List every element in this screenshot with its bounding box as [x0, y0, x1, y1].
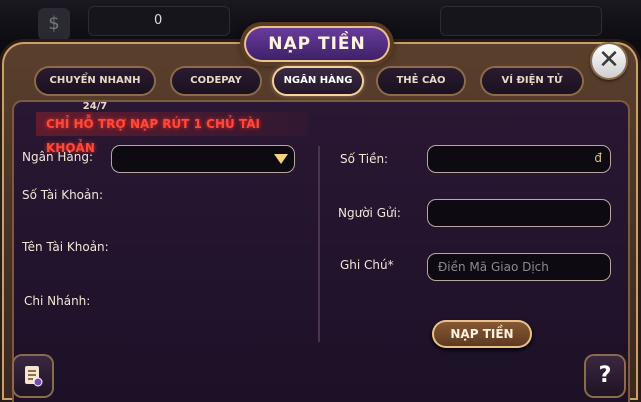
dollar-icon: $ [38, 8, 70, 40]
tab-card[interactable]: THẺ CÀO [378, 68, 464, 94]
bank-select-value[interactable] [112, 146, 294, 172]
note-label: Ghi Chú* [340, 258, 394, 272]
sender-input[interactable] [428, 200, 610, 226]
tab-codepay[interactable]: CODEPAY [172, 68, 260, 94]
tab-fast-transfer[interactable]: CHUYỂN NHANH 24/7 [36, 68, 154, 112]
scroll-icon [25, 366, 43, 387]
dialog-title: NẠP TIỀN [244, 26, 390, 62]
account-name-label: Tên Tài Khoản: [22, 240, 109, 254]
amount-field[interactable]: đ [428, 146, 610, 172]
notice-banner: CHỈ HỖ TRỢ NẠP RÚT 1 CHỦ TÀI KHOẢN [36, 112, 308, 155]
tab-bar: CHUYỂN NHANH 24/7 CODEPAY NGÂN HÀNG THẺ … [36, 68, 606, 112]
background-box-right [440, 6, 602, 36]
account-number-label: Số Tài Khoản: [22, 188, 104, 202]
help-icon[interactable]: ? [586, 356, 624, 396]
branch-label: Chi Nhánh: [24, 294, 91, 308]
sender-field[interactable] [428, 200, 610, 226]
amount-input[interactable] [428, 146, 610, 172]
bank-select[interactable] [112, 146, 294, 172]
history-icon[interactable] [14, 356, 52, 396]
note-input[interactable] [428, 254, 610, 280]
background-counter: 0 [154, 13, 163, 28]
amount-label: Số Tiền: [340, 152, 389, 166]
column-divider [318, 146, 320, 342]
deposit-button[interactable]: NẠP TIỀN [432, 320, 532, 348]
tab-bank[interactable]: NGÂN HÀNG [274, 68, 362, 94]
bank-label: Ngân Hàng: [22, 150, 94, 164]
currency-unit: đ [594, 151, 602, 165]
chevron-down-icon [274, 154, 288, 164]
note-field[interactable] [428, 254, 610, 280]
sender-label: Người Gửi: [338, 206, 401, 220]
tab-e-wallet[interactable]: VÍ ĐIỆN TỬ [482, 68, 582, 94]
